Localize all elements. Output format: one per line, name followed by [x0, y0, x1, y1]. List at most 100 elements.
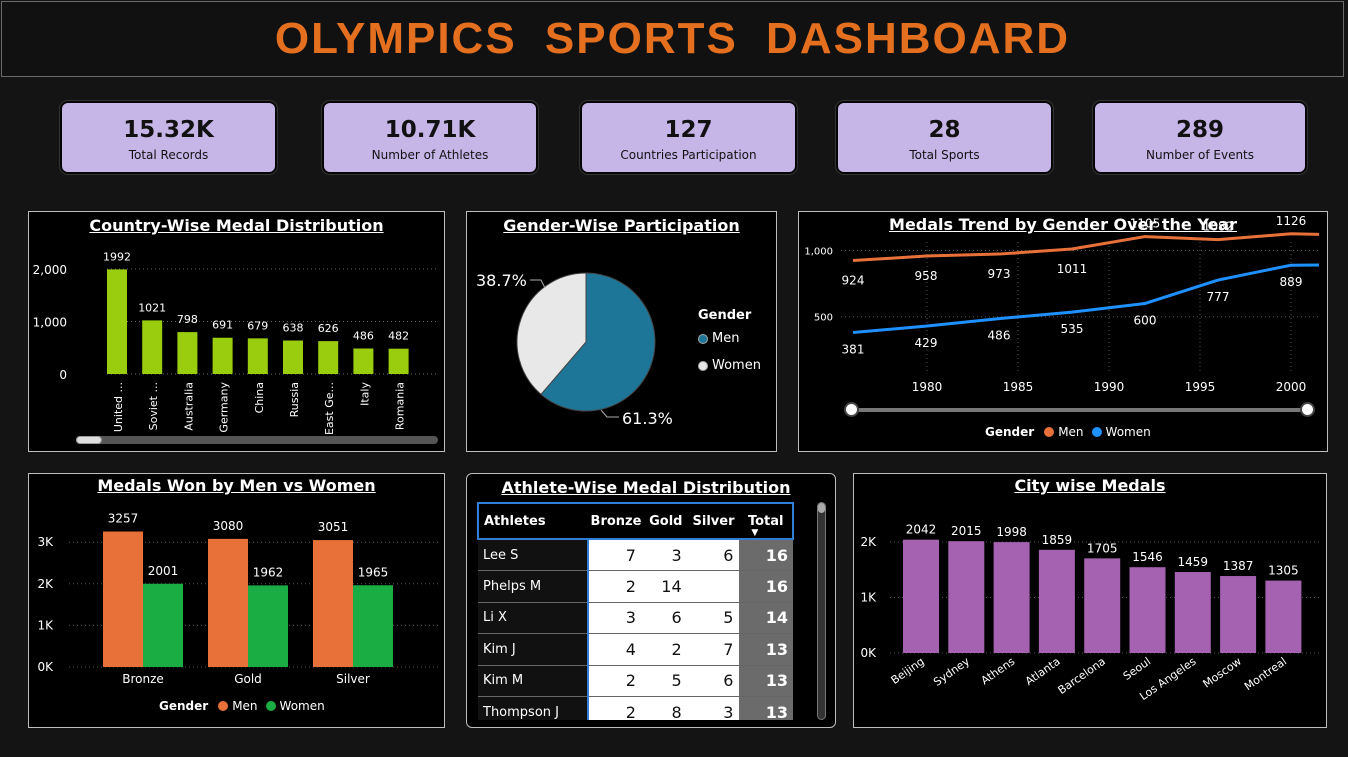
x-tick-label: Soviet ... [147, 382, 160, 430]
legend-label-women[interactable]: Women [280, 699, 325, 713]
bronze-cell: 3 [588, 601, 644, 634]
bronze-cell: 2 [588, 570, 644, 602]
bar-5 [1129, 567, 1166, 653]
leader-line [600, 409, 619, 418]
bar-3 [212, 337, 233, 374]
legend-item-women[interactable]: Women [698, 358, 761, 373]
x-tick-label: United ... [112, 382, 125, 432]
total-cell: 16 [739, 538, 793, 571]
data-label: 1546 [1132, 550, 1163, 564]
x-tick-label: Seoul [1121, 655, 1153, 683]
men-legend-dot [218, 701, 229, 711]
x-tick-label: Moscow [1201, 655, 1244, 691]
data-label: 1998 [996, 525, 1027, 539]
y-tick-label: 1,000 [33, 316, 67, 330]
men-legend-dot [698, 333, 708, 344]
data-label: 2015 [951, 524, 982, 538]
athlete-name-cell: Kim M [478, 664, 590, 697]
y-tick-label: 0K [37, 660, 54, 674]
x-tick-label: 1995 [1185, 380, 1216, 394]
pie-label-men: 61.3% [622, 409, 673, 428]
kpi-label: Number of Athletes [371, 148, 489, 162]
x-tick-label: 1980 [912, 380, 943, 394]
silver-cell [687, 570, 740, 602]
x-tick-label: Australia [182, 382, 195, 431]
total-cell: 13 [739, 664, 793, 697]
legend-label-men[interactable]: Men [1058, 425, 1083, 439]
gender-participation-panel[interactable]: Gender-Wise Participation 61.3% 38.7% Gen… [466, 211, 777, 452]
pie-legend-title: Gender [698, 308, 752, 323]
athlete-medal-panel[interactable]: Athlete-Wise Medal Distribution Athletes… [466, 473, 836, 728]
table-row[interactable]: Thompson J 2 8 3 13 [478, 696, 793, 720]
data-label: 1105 [1130, 217, 1161, 231]
y-tick-label: 1K [37, 618, 54, 632]
col-header-athletes[interactable]: Athletes [478, 503, 589, 539]
legend-item-men[interactable]: Men [698, 331, 739, 346]
y-tick-label: 500 [814, 313, 833, 324]
table-row[interactable]: Kim M 2 5 6 13 [478, 664, 793, 697]
bronze-cell: 2 [588, 696, 644, 720]
athlete-name-cell: Kim J [478, 633, 590, 665]
x-tick-label: Italy [358, 382, 371, 406]
legend-label-women[interactable]: Women [1106, 425, 1151, 439]
total-cell: 16 [739, 570, 793, 602]
kpi-card-sports[interactable]: 28 Total Sports [836, 101, 1053, 174]
bar-8 [1265, 580, 1302, 653]
medals-trend-panel[interactable]: Medals Trend by Gender Over the Year 1,0… [798, 211, 1328, 452]
col-header-total-label: Total [747, 513, 784, 529]
athlete-table-title: Athlete-Wise Medal Distribution [501, 478, 791, 497]
data-label: 3080 [213, 519, 244, 533]
data-label: 1082 [1203, 220, 1234, 234]
data-label: 535 [1061, 322, 1084, 336]
scrollbar-thumb[interactable] [818, 503, 825, 513]
table-row[interactable]: Phelps M 2 14 16 [478, 570, 793, 602]
scrollbar-thumb[interactable] [76, 436, 102, 444]
table-row[interactable]: Li X 3 6 5 14 [478, 601, 793, 634]
col-header-total[interactable]: Total ▼ [739, 503, 793, 539]
vertical-scrollbar[interactable] [817, 502, 826, 720]
bar-4 [1084, 558, 1121, 653]
x-tick-label: Beijing [889, 655, 927, 687]
x-tick-label: Sydney [931, 655, 972, 689]
bar-1 [948, 541, 985, 653]
data-label: 924 [842, 274, 865, 288]
country-medal-panel[interactable]: Country-Wise Medal Distribution 0 1,000 2,… [28, 211, 445, 452]
total-cell: 13 [739, 696, 793, 720]
legend-label-men[interactable]: Men [232, 699, 257, 713]
men-vs-women-panel[interactable]: Medals Won by Men vs Women 0K 1K 2K 3K 3257 2… [28, 473, 445, 728]
horizontal-scrollbar[interactable] [76, 436, 438, 444]
city-medals-chart: 0K 1K 2K 2042 Beijing 2015 Sydney 1998 Athens 185… [860, 523, 1319, 703]
silver-cell: 6 [687, 664, 740, 697]
kpi-card-countries[interactable]: 127 Countries Participation [580, 101, 797, 174]
kpi-card-athletes[interactable]: 10.71K Number of Athletes [322, 101, 538, 174]
data-label: 1459 [1178, 555, 1209, 569]
gold-cell: 6 [643, 601, 688, 634]
kpi-label: Number of Events [1145, 148, 1255, 162]
bar-1 [142, 320, 163, 374]
x-tick-label: Barcelona [1056, 655, 1108, 697]
city-medals-panel[interactable]: City wise Medals 0K 1K 2K 2042 Beijing 2015 Sy… [853, 473, 1327, 728]
x-tick-label: Athens [979, 655, 1018, 688]
slider-end-handle[interactable] [1300, 402, 1315, 417]
bronze-cell: 7 [588, 538, 644, 571]
col-header-silver[interactable]: Silver [687, 503, 740, 539]
sort-desc-icon[interactable]: ▼ [751, 528, 758, 538]
year-range-slider[interactable] [851, 408, 1309, 412]
table-row[interactable]: Lee S 7 3 6 16 [478, 538, 793, 571]
data-label: 1126 [1276, 214, 1307, 228]
col-header-gold[interactable]: Gold [643, 503, 688, 539]
y-tick-label: 0 [59, 368, 67, 382]
bar-5 [283, 340, 303, 374]
x-tick-label: China [253, 382, 266, 413]
slider-start-handle[interactable] [844, 402, 859, 417]
kpi-card-total-records[interactable]: 15.32K Total Records [60, 101, 277, 174]
gold-cell: 3 [643, 538, 688, 571]
table-row[interactable]: Kim J 4 2 7 13 [478, 633, 793, 665]
women-legend-dot [1091, 427, 1102, 437]
total-cell: 14 [739, 601, 793, 634]
table-header-row: Athletes Bronze Gold Silver Total ▼ [478, 503, 793, 539]
x-tick-label: Atlanta [1023, 655, 1063, 688]
x-tick-label: Gold [234, 672, 262, 686]
kpi-card-events[interactable]: 289 Number of Events [1093, 101, 1307, 174]
col-header-bronze[interactable]: Bronze [588, 503, 644, 539]
